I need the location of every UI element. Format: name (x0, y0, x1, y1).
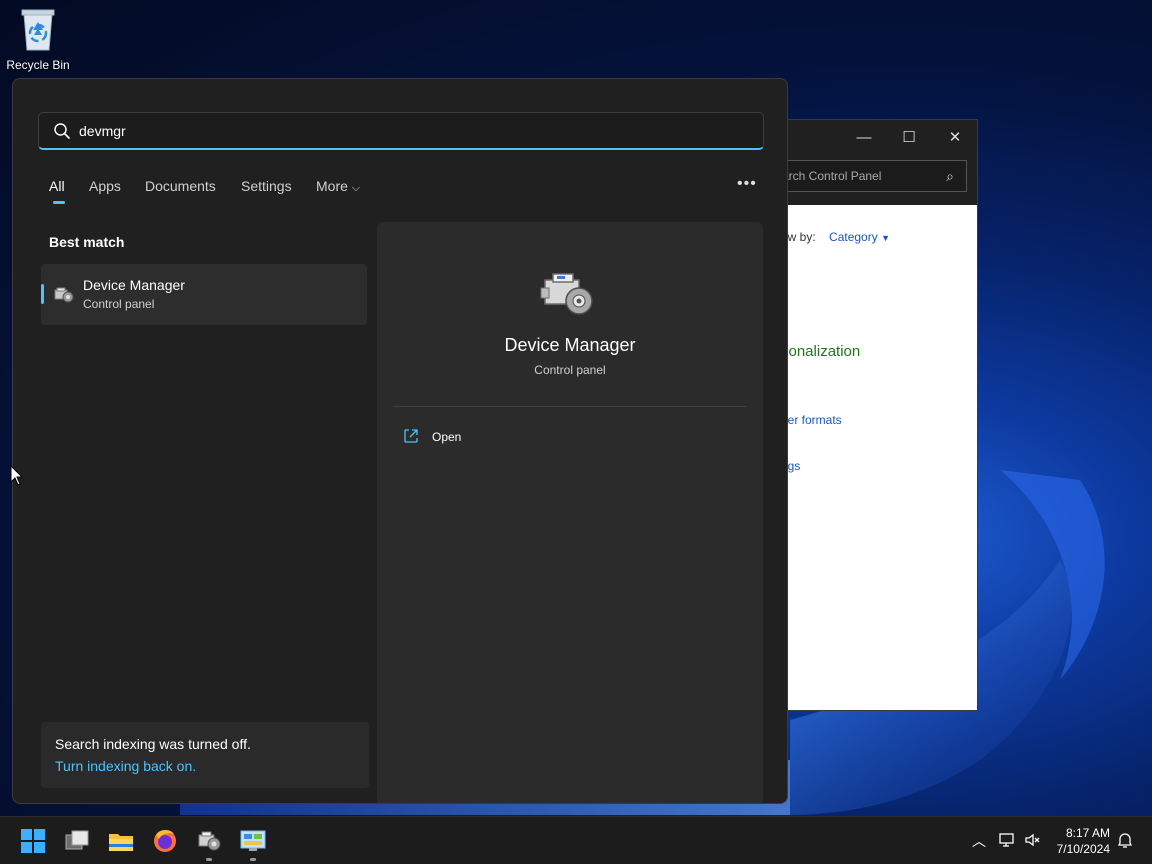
active-tab-indicator (53, 201, 65, 204)
start-button[interactable] (18, 826, 48, 856)
open-action-label: Open (432, 430, 462, 444)
clock-date: 7/10/2024 (1056, 842, 1110, 856)
control-panel-icon (240, 830, 266, 851)
search-input[interactable]: devmgr (79, 123, 126, 139)
recycle-bin-desktop-icon[interactable]: Recycle Bin (6, 6, 70, 72)
taskbar: ︿ 8:17 AM 7/10/2024 (0, 816, 1152, 864)
result-detail-pane: Device Manager Control panel Open (377, 222, 763, 803)
device-manager-icon (198, 831, 221, 851)
control-panel-taskbar-button[interactable] (238, 826, 268, 856)
best-match-title: Device Manager (83, 277, 185, 293)
windows-logo-icon (21, 829, 45, 853)
indexing-notice-message: Search indexing was turned off. (55, 736, 251, 752)
selection-indicator (41, 284, 44, 304)
device-manager-icon (540, 273, 593, 315)
tab-all[interactable]: All (49, 178, 65, 194)
task-view-icon (65, 830, 89, 850)
indexing-notice: Search indexing was turned off. Turn ind… (41, 722, 369, 788)
volume-muted-icon[interactable] (1024, 831, 1042, 849)
file-explorer-button[interactable] (106, 826, 136, 856)
divider (393, 406, 747, 407)
system-clock[interactable]: 8:17 AM 7/10/2024 (1057, 825, 1110, 857)
firefox-button[interactable] (150, 826, 180, 856)
detail-subtitle: Control panel (534, 363, 606, 377)
device-manager-taskbar-button[interactable] (194, 826, 224, 856)
best-match-result[interactable]: Device Manager Control panel (41, 264, 367, 325)
open-external-icon (404, 429, 418, 443)
control-panel-search-input[interactable]: arch Control Panel ⌕ (781, 160, 967, 192)
detail-title: Device Manager (504, 335, 636, 355)
recycle-bin-label: Recycle Bin (6, 58, 70, 72)
view-by-control: ew by: Category ▼ (781, 230, 890, 244)
network-icon[interactable] (998, 831, 1016, 849)
task-view-button[interactable] (62, 826, 92, 856)
running-indicator (206, 858, 212, 861)
device-manager-icon (54, 287, 74, 303)
search-panel: devmgr All Apps Documents Settings More … (12, 78, 788, 804)
search-box[interactable]: devmgr (38, 112, 764, 150)
folder-icon (109, 834, 133, 851)
running-indicator (250, 858, 256, 861)
control-panel-titlebar: — ☐ ✕ arch Control Panel ⌕ (781, 120, 977, 205)
mouse-cursor-icon (10, 465, 24, 486)
maximize-button[interactable]: ☐ (894, 126, 924, 150)
minimize-button[interactable]: — (849, 126, 879, 150)
best-match-subtitle: Control panel (83, 297, 155, 311)
caret-down-icon: ▼ (881, 233, 890, 243)
more-options-button[interactable]: ••• (737, 175, 757, 193)
tab-more[interactable]: More ⌵ (316, 178, 360, 195)
show-hidden-icons-button[interactable]: ︿ (970, 831, 988, 849)
search-icon[interactable]: ⌕ (946, 161, 954, 191)
close-button[interactable]: ✕ (940, 126, 970, 150)
tab-settings[interactable]: Settings (241, 178, 292, 194)
clock-time: 8:17 AM (1065, 826, 1110, 840)
search-icon (54, 123, 70, 139)
personalization-category-link[interactable]: sonalization (781, 343, 860, 360)
turn-indexing-on-link[interactable]: Turn indexing back on. (55, 758, 196, 774)
tab-more-label: More (316, 178, 348, 194)
control-panel-search-placeholder: arch Control Panel (782, 169, 882, 183)
tab-apps[interactable]: Apps (89, 178, 121, 194)
firefox-icon (154, 829, 176, 852)
best-match-heading: Best match (49, 234, 125, 250)
number-formats-link[interactable]: ber formats (781, 413, 842, 427)
view-by-value: Category (829, 230, 878, 244)
tab-documents[interactable]: Documents (145, 178, 216, 194)
control-panel-window[interactable]: — ☐ ✕ arch Control Panel ⌕ ew by: Catego… (780, 119, 978, 711)
chevron-down-icon: ⌵ (351, 182, 361, 194)
recycle-bin-icon (18, 6, 58, 52)
notifications-icon[interactable] (1116, 831, 1134, 849)
view-by-dropdown[interactable]: Category ▼ (829, 230, 890, 244)
